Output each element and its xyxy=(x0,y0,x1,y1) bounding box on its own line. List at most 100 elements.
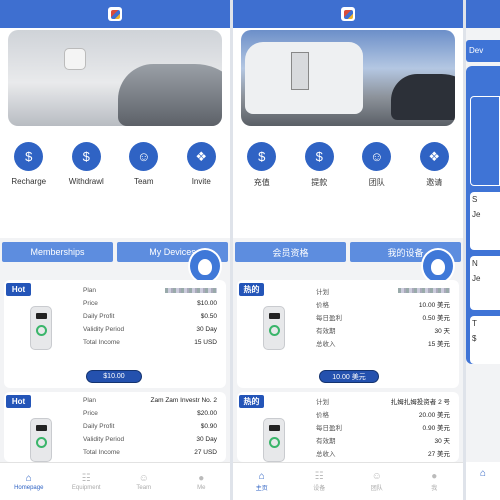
row-value: 30 天 xyxy=(434,327,450,335)
gift-icon: ❖ xyxy=(419,142,449,171)
hot-badge: Hot xyxy=(6,283,31,296)
action-invite[interactable]: ❖ 邀请 xyxy=(406,142,462,188)
banner-image[interactable] xyxy=(241,30,455,126)
header-bar xyxy=(233,0,463,28)
row-label: Price xyxy=(83,300,98,307)
nav-me[interactable]: ● Me xyxy=(173,463,231,500)
row-value: Zam Zam Investr No. 2 xyxy=(150,397,217,404)
nav-label: Homepage xyxy=(14,484,44,491)
nav-label: 团队 xyxy=(370,486,383,492)
action-withdraw[interactable]: $ 提款 xyxy=(291,142,347,188)
bottom-nav: ⌂ 主页 ☷ 设备 ☺ 团队 ● 我 xyxy=(233,462,463,500)
wallet-icon: $ xyxy=(14,142,44,171)
charger-image xyxy=(30,306,52,350)
row-label: Daily Profit xyxy=(83,423,115,430)
support-avatar-icon[interactable] xyxy=(421,248,455,284)
row-label: 每日盈利 xyxy=(316,424,342,432)
partial-text: T xyxy=(472,319,477,328)
tab-memberships[interactable]: 会员资格 xyxy=(235,242,346,262)
buy-button[interactable]: $10.00 xyxy=(86,370,142,383)
partial-text: $ xyxy=(472,334,477,343)
banner-image[interactable] xyxy=(8,30,222,126)
plan-details: Plan Price $10.00 Daily Profit $0.50 Valid… xyxy=(83,284,217,349)
wall-charger-icon xyxy=(64,48,86,70)
row-label: 总收入 xyxy=(316,340,336,348)
row-label: 总收入 xyxy=(316,450,336,458)
header-bar xyxy=(466,0,500,28)
home-icon: ⌂ xyxy=(258,471,265,482)
row-value: 27 美元 xyxy=(427,450,450,458)
row-value: 30 天 xyxy=(434,437,450,445)
nav-equipment[interactable]: ☷ Equipment xyxy=(58,463,116,500)
partial-text: Je xyxy=(472,274,481,283)
row-value: 30 Day xyxy=(196,326,217,333)
team-icon: ☺ xyxy=(362,142,392,171)
nav-label: 主页 xyxy=(255,486,268,492)
quick-actions: $ Recharge $ Withdrawl ☺ Team ❖ Invite xyxy=(0,142,230,186)
car-icon xyxy=(391,74,455,120)
action-team[interactable]: ☺ 团队 xyxy=(349,142,405,188)
nav-home[interactable]: ⌂ Homepage xyxy=(0,463,58,500)
bottom-nav: ⌂ Homepage ☷ Equipment ☺ Team ● Me xyxy=(0,462,230,500)
action-label: Team xyxy=(133,177,154,186)
buy-button[interactable]: 10.00 美元 xyxy=(319,370,379,383)
row-value: 15 USD xyxy=(194,339,217,346)
nav-home[interactable]: ⌂ 主页 xyxy=(233,463,291,500)
charger-image xyxy=(263,418,285,462)
hot-badge: Hot xyxy=(6,395,31,408)
plan-card: Hot Plan Price $10.00 Daily Profit $0.50 V… xyxy=(4,280,226,388)
plan-card: 热的 计划 价格 10.00 美元 每日盈利 0.50 美元 有效期 30 天 总收入… xyxy=(237,280,459,388)
nav-equipment[interactable]: ☷ 设备 xyxy=(291,463,349,500)
row-label: Plan xyxy=(83,397,97,404)
app-logo-icon xyxy=(341,7,355,21)
screen-chinese: $ 充值 $ 提款 ☺ 团队 ❖ 邀请 会员资格 我的设备 热的 计划 价格 10… xyxy=(233,0,463,500)
row-label: Validity Period xyxy=(83,326,125,333)
action-label: 充值 xyxy=(253,178,270,187)
action-team[interactable]: ☺ Team xyxy=(116,142,172,186)
nav-label: 设备 xyxy=(313,486,326,492)
team-icon: ☺ xyxy=(129,142,159,171)
quick-actions: $ 充值 $ 提款 ☺ 团队 ❖ 邀请 xyxy=(233,142,463,188)
nav-me[interactable]: ● 我 xyxy=(406,463,464,500)
support-avatar-icon[interactable] xyxy=(188,248,222,284)
row-label: Total Income xyxy=(83,339,120,346)
partial-card xyxy=(470,96,500,186)
nav-team[interactable]: ☺ 团队 xyxy=(348,463,406,500)
screen-english: $ Recharge $ Withdrawl ☺ Team ❖ Invite M… xyxy=(0,0,230,500)
nav-label: Me xyxy=(197,484,206,491)
action-label: Recharge xyxy=(11,177,47,186)
row-value: $20.00 xyxy=(197,410,217,417)
action-label: 团队 xyxy=(368,178,385,187)
money-bag-icon: $ xyxy=(304,142,334,171)
nav-team[interactable]: ☺ Team xyxy=(115,463,173,500)
row-value: 20.00 美元 xyxy=(418,411,450,419)
row-value: 扎姆扎姆投资者 2 号 xyxy=(390,398,450,406)
equipment-icon: ☷ xyxy=(314,471,324,482)
partial-tab[interactable]: Dev xyxy=(466,40,500,62)
action-recharge[interactable]: $ 充值 xyxy=(234,142,290,188)
plan-card: 热的 计划 扎姆扎姆投资者 2 号 价格 20.00 美元 每日盈利 0.90 美元 … xyxy=(237,392,459,462)
screen-partial: Dev S Je N Je T $ ⌂ xyxy=(466,0,500,500)
header-bar xyxy=(0,0,230,28)
action-recharge[interactable]: $ Recharge xyxy=(1,142,57,186)
partial-card: T $ xyxy=(470,316,500,364)
row-value: 27 USD xyxy=(194,449,217,456)
gift-icon: ❖ xyxy=(186,142,216,171)
action-invite[interactable]: ❖ Invite xyxy=(173,142,229,186)
plan-card: Hot Plan Zam Zam Investr No. 2 Price $20.0… xyxy=(4,392,226,462)
equipment-icon: ☷ xyxy=(81,472,91,484)
plan-name-redacted xyxy=(398,288,450,293)
row-label: 每日盈利 xyxy=(316,314,342,322)
action-withdraw[interactable]: $ Withdrawl xyxy=(58,142,114,186)
partial-card: S Je xyxy=(470,192,500,250)
row-label: Daily Profit xyxy=(83,313,115,320)
tab-memberships[interactable]: Memberships xyxy=(2,242,113,262)
partial-text: Je xyxy=(472,210,481,219)
bottom-nav: ⌂ xyxy=(466,462,500,500)
home-icon: ⌂ xyxy=(25,472,32,484)
charger-image xyxy=(30,418,52,462)
row-label: 价格 xyxy=(316,301,329,309)
money-bag-icon: $ xyxy=(71,142,101,171)
row-label: Total Income xyxy=(83,449,120,456)
charger-station-icon xyxy=(291,52,309,90)
